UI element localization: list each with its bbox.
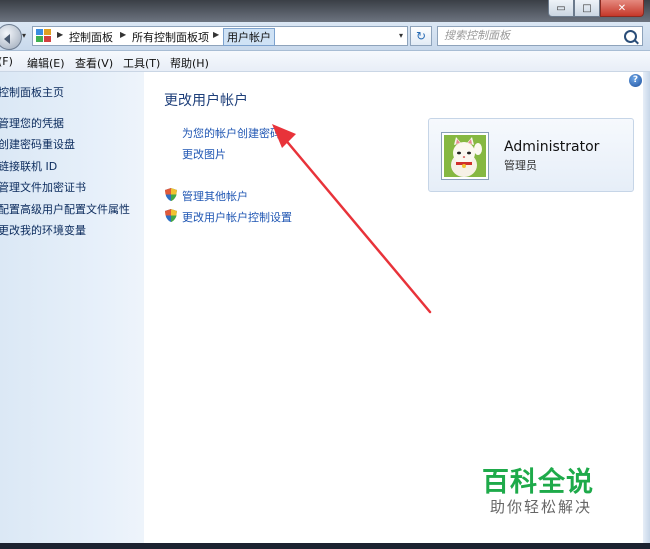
taskbar-strip — [0, 543, 650, 549]
sidebar-item-password-reset-disk[interactable]: 创建密码重设盘 — [0, 136, 75, 152]
page-title: 更改用户帐户 — [164, 93, 248, 109]
maximize-button[interactable]: □ — [574, 0, 600, 17]
account-card: Administrator 管理员 — [428, 118, 634, 192]
refresh-button[interactable]: ↻ — [410, 26, 432, 46]
account-name: Administrator — [504, 139, 600, 155]
recent-pages-icon[interactable]: ▾ — [22, 31, 26, 40]
sidebar-item-profile-properties[interactable]: 配置高级用户配置文件属性 — [0, 201, 130, 217]
sidebar-item-environment-variables[interactable]: 更改我的环境变量 — [0, 222, 86, 238]
avatar[interactable] — [441, 132, 489, 180]
shield-icon — [165, 188, 177, 201]
control-panel-home-link[interactable]: 控制面板主页 — [0, 84, 64, 100]
breadcrumb-all-items[interactable]: 所有控制面板项 — [132, 29, 209, 45]
menu-bar: (F) 编辑(E) 查看(V) 工具(T) 帮助(H) — [0, 51, 650, 72]
breadcrumb-control-panel[interactable]: 控制面板 — [69, 29, 113, 45]
manage-other-accounts-link[interactable]: 管理其他帐户 — [182, 188, 248, 204]
back-button[interactable] — [0, 24, 22, 50]
menu-file[interactable]: (F) — [0, 55, 13, 68]
window-right-border — [643, 72, 650, 543]
window-controls: ▭ □ ✕ — [548, 0, 644, 18]
breadcrumb-separator-icon[interactable]: ▶ — [213, 30, 219, 39]
navigation-bar: ▾ ▶ 控制面板 ▶ 所有控制面板项 ▶ 用户帐户 ▾ ↻ — [0, 22, 650, 51]
search-box[interactable] — [437, 26, 643, 46]
create-password-link[interactable]: 为您的帐户创建密码 — [182, 125, 281, 141]
minimize-button[interactable]: ▭ — [548, 0, 574, 17]
uac-settings-link[interactable]: 更改用户帐户控制设置 — [182, 209, 292, 225]
help-icon[interactable]: ? — [629, 74, 642, 87]
left-pane: 控制面板主页 管理您的凭据 创建密码重设盘 链接联机 ID 管理文件加密证书 配… — [0, 72, 144, 549]
sidebar-item-credentials[interactable]: 管理您的凭据 — [0, 115, 64, 131]
address-bar[interactable]: ▶ 控制面板 ▶ 所有控制面板项 ▶ 用户帐户 ▾ — [32, 26, 408, 46]
menu-edit[interactable]: 编辑(E) — [27, 55, 65, 71]
breadcrumb-user-accounts[interactable]: 用户帐户 — [223, 28, 275, 46]
menu-view[interactable]: 查看(V) — [75, 55, 113, 71]
change-picture-link[interactable]: 更改图片 — [182, 146, 226, 162]
account-role: 管理员 — [504, 159, 537, 172]
lucky-cat-icon — [444, 135, 486, 177]
shield-icon — [165, 209, 177, 222]
sidebar-item-link-online-id[interactable]: 链接联机 ID — [0, 158, 57, 174]
menu-tools[interactable]: 工具(T) — [123, 55, 160, 71]
breadcrumb-separator-icon[interactable]: ▶ — [120, 30, 126, 39]
menu-help[interactable]: 帮助(H) — [170, 55, 209, 71]
sidebar-item-encryption-certificates[interactable]: 管理文件加密证书 — [0, 179, 86, 195]
search-icon[interactable] — [624, 30, 637, 43]
breadcrumb-separator-icon[interactable]: ▶ — [57, 30, 63, 39]
close-button[interactable]: ✕ — [600, 0, 644, 17]
watermark-slogan: 助你轻松解决 — [490, 498, 593, 516]
address-dropdown-icon[interactable]: ▾ — [399, 31, 403, 40]
control-panel-icon — [36, 29, 52, 43]
watermark-logo: 百科全说 — [482, 467, 594, 498]
search-input[interactable] — [444, 29, 614, 42]
